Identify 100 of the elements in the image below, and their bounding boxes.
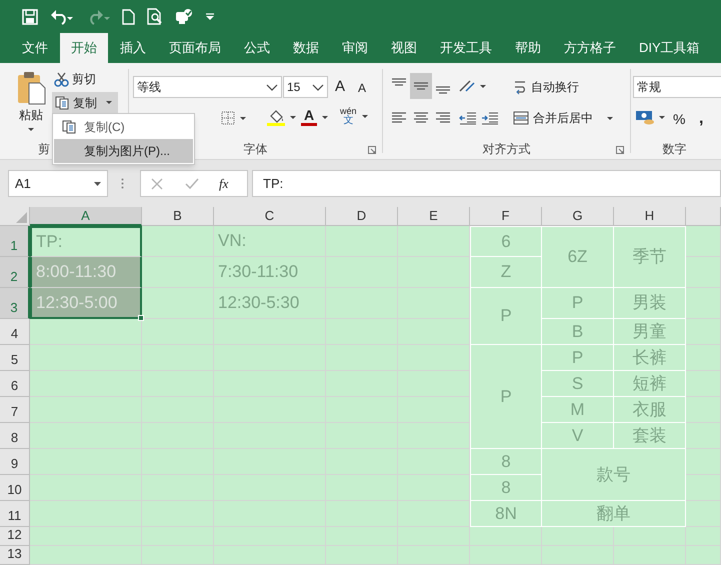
save-icon[interactable] <box>22 8 38 24</box>
row-header[interactable]: 3 <box>0 288 30 319</box>
table-cell: P <box>542 288 614 319</box>
align-lines-icon <box>391 78 407 86</box>
table-cell <box>686 449 721 475</box>
phonetic-guide-button[interactable]: wén 文 <box>340 104 368 128</box>
ribbon-tab[interactable]: 数据 <box>282 33 330 63</box>
merge-center-button[interactable]: 合并后居中 <box>513 108 613 128</box>
number-format-field[interactable]: 常规 <box>633 76 721 98</box>
table-cell <box>326 546 398 565</box>
decrease-font-button[interactable]: A <box>358 80 366 96</box>
column-header[interactable]: C <box>214 207 326 226</box>
drag-handle-icon[interactable] <box>121 178 124 189</box>
insert-function-button[interactable]: fx <box>219 174 228 194</box>
table-cell <box>398 475 470 501</box>
table-cell <box>398 546 470 565</box>
group-label: 数字 <box>662 141 686 158</box>
table-cell <box>686 501 721 527</box>
vertical-align-button[interactable] <box>410 73 432 99</box>
accounting-format-button[interactable] <box>635 109 665 125</box>
column-header[interactable]: G <box>542 207 614 226</box>
ribbon-tab[interactable]: 插入 <box>109 33 157 63</box>
dropdown-caret-icon[interactable] <box>205 13 215 20</box>
row-header[interactable]: 12 <box>0 527 30 546</box>
group-label: 剪 <box>38 141 50 158</box>
orientation-button[interactable] <box>458 79 486 93</box>
font-size-field[interactable]: 15 <box>283 76 328 98</box>
caret-icon <box>659 116 665 118</box>
increase-indent-icon[interactable] <box>481 111 499 125</box>
column-header[interactable]: D <box>326 207 398 226</box>
table-cell <box>326 449 398 475</box>
align-center-icon[interactable] <box>413 111 429 125</box>
column-header[interactable]: E <box>398 207 470 226</box>
table-cell: 12:30-5:30 <box>214 288 326 319</box>
column-header[interactable]: A <box>30 207 142 226</box>
table-cell <box>326 501 398 527</box>
table-cell <box>686 397 721 423</box>
paint-bucket-icon <box>267 108 285 126</box>
align-left-icon[interactable] <box>391 111 407 125</box>
scissors-icon <box>54 72 69 86</box>
ribbon-tab[interactable]: 方方格子 <box>553 33 627 63</box>
row-header[interactable]: 10 <box>0 475 30 501</box>
table-cell <box>398 449 470 475</box>
formula-field[interactable]: TP: <box>252 170 721 197</box>
row-header[interactable]: 7 <box>0 397 30 423</box>
ribbon-tab[interactable]: 页面布局 <box>158 33 232 63</box>
table-cell <box>142 501 214 527</box>
table-cell <box>398 501 470 527</box>
row-header[interactable]: 4 <box>0 319 30 345</box>
fill-handle[interactable] <box>138 315 144 321</box>
wrap-text-button[interactable]: 自动换行 <box>513 77 579 97</box>
table-cell <box>542 546 614 565</box>
row-header[interactable]: 5 <box>0 345 30 371</box>
column-header[interactable]: F <box>470 207 542 226</box>
ribbon-tab[interactable]: 文件 <box>11 33 59 63</box>
decrease-indent-icon[interactable] <box>459 111 477 125</box>
group-label: 对齐方式 <box>482 141 530 158</box>
document-icon[interactable] <box>122 8 135 24</box>
column-header[interactable]: B <box>142 207 214 226</box>
row-header[interactable]: 2 <box>0 257 30 288</box>
chevron-down-icon <box>266 84 278 90</box>
caret-icon <box>322 116 328 118</box>
cut-button[interactable]: 剪切 <box>54 69 98 89</box>
ribbon-tab[interactable]: 审阅 <box>331 33 379 63</box>
touch-mode-icon[interactable] <box>175 8 193 25</box>
ribbon-tab[interactable]: 帮助 <box>504 33 552 63</box>
row-header[interactable]: 9 <box>0 449 30 475</box>
menu-item[interactable]: 复制为图片(P)... <box>54 139 193 163</box>
row-header[interactable]: 11 <box>0 501 30 527</box>
row-header[interactable]: 6 <box>0 371 30 397</box>
ribbon-tab[interactable]: 开发工具 <box>429 33 503 63</box>
comma-style-button[interactable]: , <box>699 107 704 131</box>
table-cell <box>326 371 398 397</box>
ribbon-tab[interactable]: 视图 <box>380 33 428 63</box>
ribbon-tab[interactable]: 公式 <box>233 33 281 63</box>
copy-icon <box>55 96 70 110</box>
undo-icon[interactable] <box>50 8 74 24</box>
column-header[interactable]: H <box>614 207 686 226</box>
ribbon-tab[interactable]: DIY工具箱 <box>628 33 711 63</box>
row-header[interactable]: 1 <box>0 226 30 257</box>
print-preview-icon[interactable] <box>147 8 163 25</box>
row-header[interactable]: 8 <box>0 423 30 449</box>
caret-icon <box>240 116 246 120</box>
table-cell <box>398 226 470 257</box>
table-cell: 短裤 <box>614 371 686 397</box>
dialog-launcher-icon[interactable] <box>616 146 624 154</box>
name-box[interactable]: A1 <box>8 170 108 197</box>
increase-font-button[interactable]: A <box>335 77 346 97</box>
ribbon-tab[interactable]: 开始 <box>60 33 108 63</box>
menu-item[interactable]: 复制(C) <box>54 115 193 139</box>
dialog-launcher-icon[interactable] <box>368 146 376 154</box>
paste-button[interactable]: 粘贴 <box>12 71 50 133</box>
chevron-down-icon <box>312 84 324 90</box>
table-cell <box>542 527 614 546</box>
align-right-icon[interactable] <box>435 111 451 125</box>
percent-style-button[interactable]: % <box>673 109 686 130</box>
row-header[interactable]: 13 <box>0 546 30 565</box>
font-name-field[interactable]: 等线 <box>133 76 282 98</box>
font-color-button[interactable]: A <box>301 106 328 128</box>
copy-button[interactable]: 复制 <box>52 92 118 113</box>
